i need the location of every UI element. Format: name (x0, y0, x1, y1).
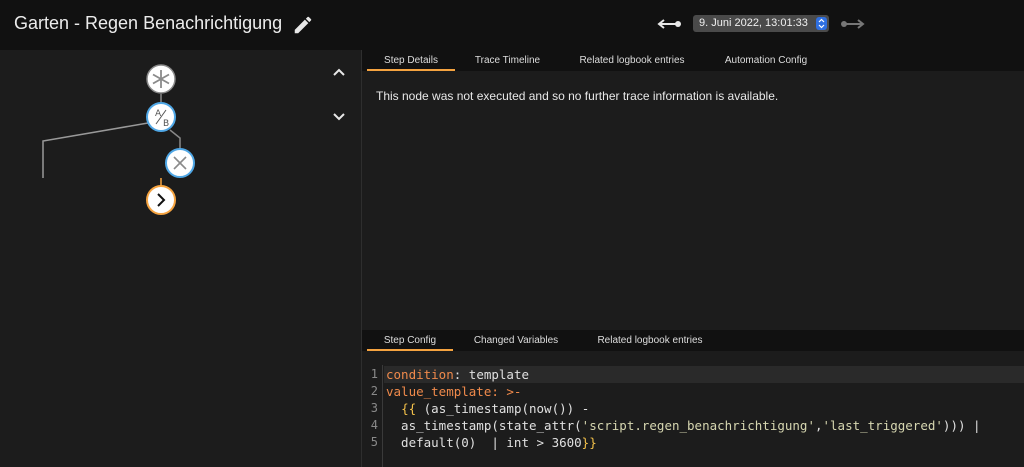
tab-step-details[interactable]: Step Details (367, 50, 455, 71)
code-line-4: as_timestamp(state_attr('script.regen_be… (386, 418, 981, 433)
older-trace-icon[interactable] (656, 15, 682, 33)
trigger-node[interactable] (146, 64, 176, 94)
chevron-down-icon[interactable] (329, 106, 349, 126)
line-gutter: 1 2 3 4 5 (362, 365, 383, 467)
trace-selector[interactable]: 9. Juni 2022, 13:01:33 (693, 15, 829, 32)
step-details-panel: This node was not executed and so no fur… (362, 71, 1024, 330)
tab-related-logbook-config[interactable]: Related logbook entries (584, 330, 716, 351)
tab-trace-timeline[interactable]: Trace Timeline (463, 50, 552, 71)
tab-step-config[interactable]: Step Config (367, 330, 453, 351)
not-executed-message: This node was not executed and so no fur… (376, 89, 779, 103)
trace-selector-value: 9. Juni 2022, 13:01:33 (699, 17, 808, 29)
trace-graph: A B (0, 50, 361, 467)
line-number: 1 (370, 367, 378, 381)
pencil-icon[interactable] (292, 14, 314, 36)
select-arrows-icon (816, 17, 827, 30)
code-line-2: value_template: >- (386, 384, 522, 399)
step-config-editor[interactable]: 1 2 3 4 5 condition: template value_temp… (362, 351, 1024, 467)
details-tabs: Step Details Trace Timeline Related logb… (362, 50, 1024, 71)
top-bar: Garten - Regen Benachrichtigung 9. Juni … (0, 0, 1024, 50)
code-line-5: default(0) | int > 3600}} (386, 435, 597, 450)
line-number: 2 (370, 384, 378, 398)
newer-trace-icon (841, 19, 865, 29)
line-number: 5 (370, 435, 378, 449)
choose-node[interactable]: A B (146, 102, 176, 132)
page-title: Garten - Regen Benachrichtigung (14, 13, 283, 33)
action-node[interactable] (146, 185, 176, 215)
condition-node[interactable] (165, 148, 195, 178)
code-line-1: condition: template (384, 366, 1024, 383)
chevron-up-icon[interactable] (329, 62, 349, 82)
line-number: 4 (370, 418, 378, 432)
tab-automation-config[interactable]: Automation Config (712, 50, 820, 71)
choose-label-b: B (163, 119, 169, 129)
code-line-3: {{ (as_timestamp(now()) - (401, 401, 590, 416)
line-number: 3 (370, 401, 378, 415)
tab-changed-variables[interactable]: Changed Variables (462, 330, 570, 351)
tab-related-logbook[interactable]: Related logbook entries (567, 50, 697, 71)
config-tabs: Step Config Changed Variables Related lo… (362, 330, 1024, 351)
